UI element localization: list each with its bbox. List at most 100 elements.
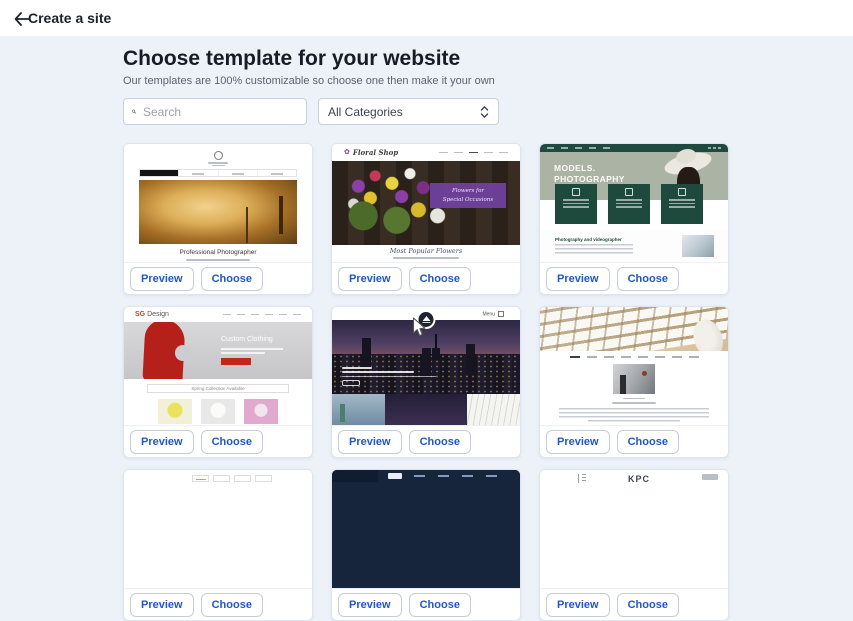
section-subheading: Our templates are 100% customizable so c… (123, 75, 495, 87)
template-card-tabs-site[interactable]: Preview Choose (123, 469, 313, 621)
preview-button[interactable]: Preview (338, 593, 402, 617)
feature-icon (678, 188, 686, 196)
thumb-logo-text: Design (147, 311, 169, 318)
preview-button[interactable]: Preview (130, 593, 194, 617)
banner-line: Special Occasions (443, 196, 493, 204)
thumb-hero-title: Custom Clothing (221, 336, 273, 343)
thumb-section: Spring Collection Available (124, 379, 312, 426)
choose-button[interactable]: Choose (617, 267, 679, 291)
deco-line (208, 162, 228, 164)
banner-line: Flowers for (452, 187, 484, 195)
deco-paragraph (559, 408, 709, 418)
thumb-navbar (223, 314, 301, 316)
select-stepper-icon (480, 105, 489, 119)
template-card-city-guide[interactable]: Menu Previ (331, 306, 521, 458)
choose-button[interactable]: Choose (201, 430, 263, 454)
product-row (124, 399, 312, 426)
choose-button[interactable]: Choose (617, 593, 679, 617)
thumb-header: ✿ Floral Shop (332, 144, 520, 161)
navbar-logo-block (332, 470, 378, 482)
template-thumbnail-sg-design: SG Design Custom Clothing Spring Collect… (124, 307, 312, 426)
thumb-navbar (540, 351, 728, 358)
thumb-logo-text: Floral Shop (353, 148, 398, 157)
gallery-image-sketch (467, 394, 520, 426)
thumb-navbar (332, 470, 520, 482)
deco-paragraph (588, 420, 680, 424)
thumb-navbar (439, 152, 508, 154)
thumb-outline-button (342, 380, 360, 386)
card-actions: Preview Choose (332, 589, 520, 621)
thumb-footer-title: Most Popular Flowers (332, 245, 520, 255)
preview-button[interactable]: Preview (130, 430, 194, 454)
search-input[interactable] (143, 105, 298, 119)
spire-art (435, 334, 437, 360)
tower-art (362, 338, 371, 368)
deco-line (342, 376, 436, 377)
thumb-banner: Flowers for Special Occasions (430, 183, 506, 208)
gallery-image-night (385, 394, 467, 426)
page-title: Create a site (28, 10, 111, 26)
thumb-footer: Most Popular Flowers (332, 245, 520, 263)
thumb-hero-photo: Flowers for Special Occasions (332, 161, 520, 245)
template-grid: Professional Photographer Preview Choose… (123, 143, 730, 621)
thumb-hero-title: MODELS. PHOTOGRAPHY (554, 163, 625, 186)
thumb-hero-text (342, 365, 436, 386)
choose-button[interactable]: Choose (409, 593, 471, 617)
preview-button[interactable]: Preview (546, 593, 610, 617)
choose-button[interactable]: Choose (409, 267, 471, 291)
gallery-image-statue (332, 394, 385, 426)
thumb-section: Photography and videographer (540, 230, 728, 263)
thumb-gallery-row (332, 394, 520, 426)
preview-button[interactable]: Preview (546, 267, 610, 291)
mountain-icon (422, 316, 430, 321)
product-thumb (158, 399, 192, 426)
feature-card (661, 184, 703, 224)
navbar-links (414, 475, 497, 477)
template-thumbnail-keyboard (540, 307, 728, 426)
template-card-floral-shop[interactable]: ✿ Floral Shop Flowers for Special Occasi… (331, 143, 521, 295)
navbar-button (388, 473, 402, 479)
preview-button[interactable]: Preview (338, 267, 402, 291)
preview-button[interactable]: Preview (338, 430, 402, 454)
template-card-keyboard-studio[interactable]: Preview Choose (539, 306, 729, 458)
thumb-cta-button (221, 358, 251, 365)
thumb-tab-row (192, 475, 312, 482)
template-card-navy-business[interactable]: Preview Choose (331, 469, 521, 621)
thumb-hero-photo (332, 320, 520, 394)
category-select[interactable]: All Categories (318, 98, 499, 125)
feature-icon (572, 188, 580, 196)
thumb-section-image (682, 235, 714, 257)
card-actions: Preview Choose (540, 589, 728, 621)
deco-line (393, 257, 459, 259)
preview-button[interactable]: Preview (130, 267, 194, 291)
thumb-logo-badge (417, 310, 436, 329)
search-box[interactable] (123, 98, 307, 125)
thumb-logo-accent: SG (135, 311, 145, 318)
thumb-section-title: Photography and videographer (555, 237, 622, 242)
template-thumbnail-tabs (124, 470, 312, 589)
template-card-models-photography[interactable]: MODELS. PHOTOGRAPHY Photography and vide… (539, 143, 729, 295)
thumb-hero-photo (139, 180, 297, 244)
card-actions: Preview Choose (124, 426, 312, 458)
product-thumb (244, 399, 278, 426)
thumb-menu-label: Menu (482, 311, 504, 317)
feature-card (608, 184, 650, 224)
deco-line (221, 352, 265, 354)
template-card-kpc[interactable]: KPC Preview Choose (539, 469, 729, 621)
feature-cards (555, 184, 703, 224)
choose-button[interactable]: Choose (201, 267, 263, 291)
card-actions: Preview Choose (332, 263, 520, 295)
thumb-navbar (139, 169, 297, 177)
preview-button[interactable]: Preview (546, 430, 610, 454)
template-card-photographer[interactable]: Professional Photographer Preview Choose (123, 143, 313, 295)
template-thumbnail-models: MODELS. PHOTOGRAPHY Photography and vide… (540, 144, 728, 263)
deco-line (212, 165, 225, 167)
thumb-photo-office (613, 364, 655, 394)
choose-button[interactable]: Choose (617, 430, 679, 454)
template-thumbnail-kpc: KPC (540, 470, 728, 589)
thumb-title: Professional Photographer (124, 249, 312, 256)
template-card-sg-design[interactable]: SG Design Custom Clothing Spring Collect… (123, 306, 313, 458)
choose-button[interactable]: Choose (409, 430, 471, 454)
category-select-value: All Categories (328, 105, 480, 119)
choose-button[interactable]: Choose (201, 593, 263, 617)
